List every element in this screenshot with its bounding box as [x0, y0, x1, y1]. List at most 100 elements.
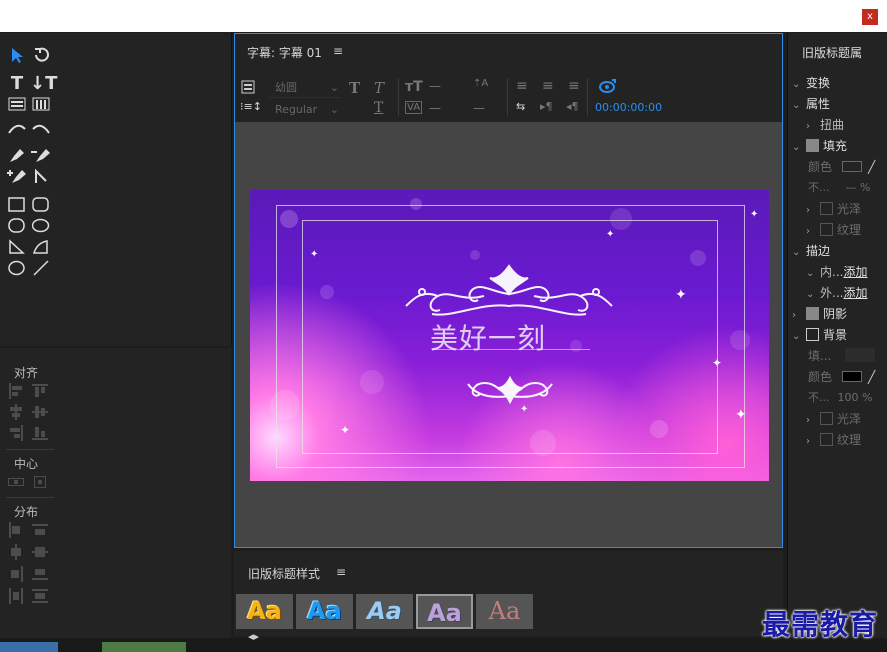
bg-opacity-label: 不... — [808, 391, 830, 404]
rounded-corner-rectangle-tool-icon[interactable] — [30, 218, 52, 236]
background-label: 背景 — [823, 328, 848, 342]
chevron-down-icon: ⌄ — [806, 289, 815, 300]
chevron-down-icon: ⌄ — [792, 142, 801, 153]
clipped-corner-rectangle-tool-icon[interactable] — [6, 218, 28, 236]
align-left-text-icon[interactable]: ≡ — [516, 78, 528, 94]
type-tool-icon[interactable]: T — [6, 75, 28, 93]
fill-color-row: 颜色 ╱ — [808, 158, 875, 175]
close-button[interactable]: x — [862, 9, 878, 25]
distribute-right-icon — [8, 566, 24, 582]
background-section[interactable]: ⌄ 背景 — [792, 326, 847, 343]
path-type-tool-icon[interactable] — [6, 119, 28, 137]
bg-sheen-checkbox[interactable] — [820, 412, 833, 425]
distort-section[interactable]: › 扭曲 — [806, 116, 844, 133]
add-outer-stroke-link[interactable]: 添加 — [843, 286, 867, 300]
add-inner-stroke-link[interactable]: 添加 — [843, 265, 867, 279]
bg-opacity-value[interactable]: 100 % — [838, 391, 873, 404]
align-right-text-icon[interactable]: ≡ — [568, 78, 580, 94]
font-style-select[interactable]: Regular ⌄ — [269, 101, 341, 119]
italic-icon[interactable]: T — [374, 79, 384, 97]
divider — [507, 78, 508, 116]
distribute-vertical-icon — [32, 588, 48, 604]
center-text-icon[interactable]: ≡ — [542, 78, 554, 94]
font-family-select[interactable]: 幼圆 ⌄ — [269, 79, 341, 98]
eyedropper-icon[interactable]: ╱ — [868, 160, 875, 174]
bg-fill-type-select[interactable] — [845, 348, 876, 362]
style-swatch-serif-red[interactable]: Aa — [476, 594, 533, 629]
transform-section[interactable]: ⌄ 变换 — [792, 74, 830, 91]
fill-opacity-value[interactable]: — % — [846, 181, 871, 194]
bg-opacity-row: 不... 100 % — [808, 389, 872, 405]
paragraph-icon[interactable]: ◂¶ — [566, 100, 579, 113]
show-background-video-icon[interactable] — [598, 79, 616, 96]
area-type-tool-icon[interactable] — [6, 97, 28, 115]
font-size-value[interactable]: — — [429, 79, 441, 93]
shadow-section[interactable]: › 阴影 — [792, 305, 847, 322]
tab-stops-icon[interactable]: ⁝≡↕ — [240, 100, 262, 113]
tab-stops-ruler-icon[interactable]: ⇆ — [516, 100, 525, 113]
bg-sheen-row[interactable]: › 光泽 — [806, 410, 861, 427]
fill-color-swatch[interactable] — [842, 161, 863, 172]
fill-texture-row[interactable]: › 纹理 — [806, 221, 861, 238]
align-top-icon — [32, 383, 48, 399]
rounded-rectangle-tool-icon[interactable] — [30, 197, 52, 215]
title-tab[interactable]: 字幕: 字幕 01 — [247, 44, 322, 61]
pen-tool-icon[interactable] — [6, 147, 28, 165]
leading-value[interactable]: — — [473, 101, 485, 115]
vertical-type-tool-icon[interactable]: ↓T — [30, 75, 57, 93]
distort-label: 扭曲 — [820, 118, 845, 132]
roll-crawl-icon[interactable] — [241, 80, 255, 97]
texture-label: 纹理 — [837, 223, 862, 237]
vertical-path-type-tool-icon[interactable] — [30, 119, 52, 137]
sheen-checkbox[interactable] — [820, 202, 833, 215]
window-title-bar: x — [0, 0, 887, 32]
tools-panel: T ↓T — [0, 33, 232, 346]
style-swatch-blue[interactable]: Aa — [296, 594, 353, 629]
fill-sheen-row[interactable]: › 光泽 — [806, 200, 861, 217]
rectangle-tool-icon[interactable] — [6, 197, 28, 215]
distribute-section-label: 分布 — [14, 505, 39, 519]
bold-icon[interactable]: T — [349, 79, 360, 97]
fill-color-label: 颜色 — [808, 160, 833, 174]
convert-anchor-tool-icon[interactable] — [30, 168, 52, 186]
fill-checkbox[interactable] — [806, 139, 819, 152]
styles-tab[interactable]: 旧版标题样式 — [248, 565, 320, 582]
resize-handle-icon[interactable]: ◂▸ — [248, 630, 259, 643]
title-text[interactable]: 美好一刻 — [430, 317, 546, 357]
strokes-section[interactable]: ⌄ 描边 — [792, 242, 830, 259]
distribute-top-icon — [32, 522, 48, 538]
style-swatch-gold[interactable]: Aa — [236, 594, 293, 629]
chevron-down-icon: ⌄ — [329, 103, 339, 116]
arc-tool-icon[interactable] — [30, 239, 52, 257]
add-anchor-tool-icon[interactable] — [6, 168, 28, 186]
panel-menu-icon[interactable]: ≡ — [336, 565, 346, 579]
vertical-area-type-tool-icon[interactable] — [30, 97, 52, 115]
background-checkbox[interactable] — [806, 328, 819, 341]
title-canvas[interactable]: ✦ ✦ ✦ ✦ ✦ ✦ ✦ ✦ 美好一刻 — [235, 122, 782, 547]
line-tool-icon[interactable] — [30, 260, 52, 278]
underline-icon[interactable]: T — [374, 100, 383, 116]
chevron-right-icon: › — [806, 415, 810, 426]
kerning-value[interactable]: — — [429, 101, 441, 115]
bg-texture-row[interactable]: › 纹理 — [806, 431, 861, 448]
timecode[interactable]: 00:00:00:00 — [595, 101, 662, 114]
panel-menu-icon[interactable]: ≡ — [333, 44, 343, 58]
font-style-value: Regular — [275, 103, 318, 116]
rotation-tool-icon[interactable] — [30, 47, 52, 65]
texture-checkbox[interactable] — [820, 223, 833, 236]
style-swatch-light-blue[interactable]: Aa — [356, 594, 413, 629]
bg-color-swatch[interactable] — [842, 371, 863, 382]
ellipse-tool-icon[interactable] — [6, 260, 28, 278]
bg-texture-checkbox[interactable] — [820, 433, 833, 446]
shadow-checkbox[interactable] — [806, 307, 819, 320]
title-template-icon[interactable]: ▸¶ — [540, 100, 553, 113]
fill-section[interactable]: ⌄ 填充 — [792, 137, 847, 154]
attributes-section[interactable]: ⌄ 属性 — [792, 95, 830, 112]
properties-header[interactable]: 旧版标题属 — [802, 44, 862, 61]
delete-anchor-tool-icon[interactable] — [30, 147, 52, 165]
eyedropper-icon[interactable]: ╱ — [868, 370, 875, 384]
wedge-tool-icon[interactable] — [6, 239, 28, 257]
selection-tool-icon[interactable] — [6, 47, 28, 65]
ornament-bottom — [467, 375, 553, 405]
style-swatch-purple-selected[interactable]: Aa — [416, 594, 473, 629]
